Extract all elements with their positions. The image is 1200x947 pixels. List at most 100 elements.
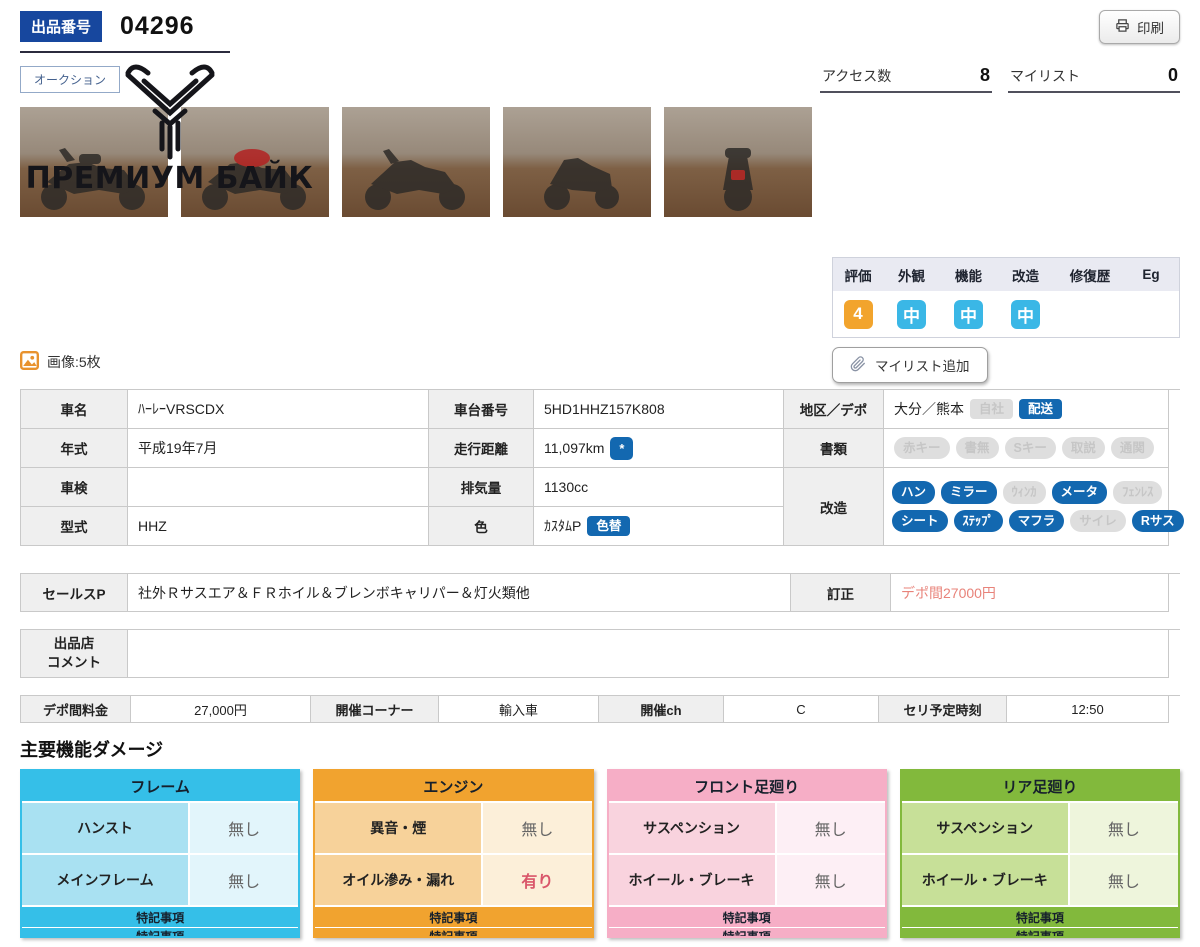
print-button[interactable]: 印刷 [1099, 10, 1180, 44]
front-suspension-value: 無し [776, 803, 885, 853]
color-change-badge: 色替 [587, 515, 631, 537]
damage-row: メインフレーム 無し [22, 853, 299, 905]
s-key-badge: Sキー [1004, 436, 1056, 460]
engine-notes-header: 特記事項 [315, 905, 592, 927]
inspection-label: 車検 [21, 468, 128, 507]
damage-row: オイル滲み・漏れ 有り [315, 853, 592, 905]
noise-smoke-label: 異音・煙 [315, 803, 484, 853]
exterior-grade-badge: 中 [897, 299, 926, 329]
access-stats: アクセス数 8 マイリスト 0 [820, 65, 1180, 93]
auction-time-value: 12:50 [1007, 696, 1169, 723]
correction-label: 訂正 [791, 574, 891, 612]
vehicle-photo-thumbnail[interactable] [342, 107, 490, 217]
front-wheel-brake-label: ホイール・ブレーキ [608, 855, 777, 905]
auction-detail-page: 出品番号 04296 印刷 オークション アクセス数 8 マイリスト 0 ПРЕ… [0, 0, 1200, 947]
overall-grade-badge: 4 [843, 299, 873, 329]
rating-header-gaikan: 外観 [898, 268, 925, 284]
rating-header-eg: Eg [1142, 267, 1160, 282]
mod-rear-sus-badge: Rサス [1131, 509, 1184, 532]
rear-notes-header: 特記事項 [901, 905, 1178, 927]
mileage-note-badge[interactable]: * [610, 436, 634, 460]
mod-fenderless-badge: ﾌｪﾝﾚｽ [1113, 481, 1163, 504]
damage-column-frame: フレーム ハンスト 無し メインフレーム 無し 特記事項 特記事項 [20, 769, 301, 938]
mylist-count-label: マイリスト [1010, 68, 1080, 84]
image-count: 画像:5枚 [20, 351, 101, 373]
auction-type-tag[interactable]: オークション [20, 66, 121, 93]
front-wheel-brake-value: 無し [776, 855, 885, 905]
damage-frame-title: フレーム [22, 771, 299, 801]
frame-notes-header-clipped: 特記事項 [22, 927, 299, 936]
vehicle-name-label: 車名 [21, 390, 128, 429]
photo-gallery: ПРЕМИУМ БАЙК [20, 64, 1180, 217]
documents-label: 書類 [784, 429, 884, 468]
sales-point-label: セールスP [21, 574, 128, 612]
vehicle-photo-thumbnail[interactable] [20, 107, 168, 217]
handle-stop-value: 無し [190, 803, 299, 853]
inspection-value [128, 468, 429, 507]
function-grade-badge: 中 [954, 299, 983, 329]
no-papers-badge: 書無 [955, 436, 999, 460]
color-label: 色 [429, 507, 534, 546]
vehicle-name-value: ﾊｰﾚｰVRSCDX [128, 390, 429, 429]
damage-row: サスペンション 無し [901, 801, 1178, 853]
channel-label: 開催ch [599, 696, 724, 723]
mylist-add-button[interactable]: マイリスト追加 [832, 347, 988, 383]
image-icon [20, 351, 39, 373]
channel-value: C [724, 696, 879, 723]
modifications-row-1: ハン ミラー ｳｨﾝｶ メータ ﾌｪﾝﾚｽ [892, 481, 1163, 504]
mylist-add-label: マイリスト追加 [875, 359, 970, 374]
lot-number-group: 出品番号 04296 [20, 10, 230, 53]
vehicle-photo-thumbnail[interactable] [664, 107, 812, 217]
damage-engine-title: エンジン [315, 771, 592, 801]
corner-label: 開催コーナー [311, 696, 439, 723]
oil-leak-value: 有り [483, 855, 592, 905]
own-company-badge: 自社 [970, 398, 1014, 420]
seller-comment-table: 出品店 コメント [20, 629, 1180, 678]
model-code-value: HHZ [128, 507, 429, 546]
auction-schedule-table: デポ間料金 27,000円 開催コーナー 輸入車 開催ch C セリ予定時刻 1… [20, 695, 1180, 723]
printer-icon [1115, 18, 1130, 36]
noise-smoke-value: 無し [483, 803, 592, 853]
oil-leak-label: オイル滲み・漏れ [315, 855, 484, 905]
vehicle-photo-thumbnail[interactable] [503, 107, 651, 217]
damage-column-front: フロント足廻り サスペンション 無し ホイール・ブレーキ 無し 特記事項 特記事… [606, 769, 887, 938]
displacement-value: 1130cc [534, 468, 784, 507]
auction-time-label: セリ予定時刻 [879, 696, 1007, 723]
damage-column-rear: リア足廻り サスペンション 無し ホイール・ブレーキ 無し 特記事項 特記事項 [899, 769, 1180, 938]
front-suspension-label: サスペンション [608, 803, 777, 853]
image-count-label: 画像:5枚 [47, 354, 101, 370]
rear-suspension-label: サスペンション [901, 803, 1070, 853]
lot-number-badge: 出品番号 [20, 11, 103, 42]
mod-step-badge: ｽﾃｯﾌﾟ [953, 509, 1003, 532]
mod-winker-badge: ｳｨﾝｶ [1002, 481, 1046, 504]
correction-value: デポ間27000円 [891, 574, 1169, 612]
main-frame-value: 無し [190, 855, 299, 905]
delivery-badge: 配送 [1019, 398, 1063, 420]
damage-row: サスペンション 無し [608, 801, 885, 853]
damage-row: ハンスト 無し [22, 801, 299, 853]
rear-suspension-value: 無し [1069, 803, 1178, 853]
mylist-count-stat: マイリスト 0 [1008, 65, 1180, 93]
paperclip-icon [850, 355, 866, 375]
vehicle-photo-thumbnail[interactable] [181, 107, 329, 217]
seller-comment-value [128, 630, 1169, 678]
mod-handle-badge: ハン [892, 481, 936, 504]
access-count-label: アクセス数 [822, 68, 892, 84]
modifications-row-2: シート ｽﾃｯﾌﾟ マフラ サイレ Rサス [892, 509, 1184, 532]
sales-point-table: セールスP 社外Ｒサスエア＆ＦＲホイル＆ブレンボキャリパー＆灯火類他 訂正 デポ… [20, 573, 1180, 612]
damage-column-engine: エンジン 異音・煙 無し オイル滲み・漏れ 有り 特記事項 特記事項 [313, 769, 594, 938]
chassis-no-label: 車台番号 [429, 390, 534, 429]
damage-columns: フレーム ハンスト 無し メインフレーム 無し 特記事項 特記事項 エンジン 異… [20, 769, 1180, 938]
region-depot-label: 地区／デポ [784, 390, 884, 429]
depot-fee-value: 27,000円 [131, 696, 311, 723]
rating-header-shufukureki: 修復歴 [1069, 268, 1111, 284]
engine-notes-header-clipped: 特記事項 [315, 927, 592, 936]
corner-value: 輸入車 [439, 696, 599, 723]
front-notes-header-clipped: 特記事項 [608, 927, 885, 936]
rating-header-hyoka: 評価 [844, 268, 872, 284]
print-button-label: 印刷 [1137, 21, 1164, 36]
vehicle-details-table: 車名 ﾊｰﾚｰVRSCDX 車台番号 5HD1HHZ157K808 地区／デポ … [20, 389, 1184, 546]
main-frame-label: メインフレーム [22, 855, 190, 905]
seller-comment-label-line2: コメント [47, 654, 101, 670]
access-count-stat: アクセス数 8 [820, 65, 992, 93]
